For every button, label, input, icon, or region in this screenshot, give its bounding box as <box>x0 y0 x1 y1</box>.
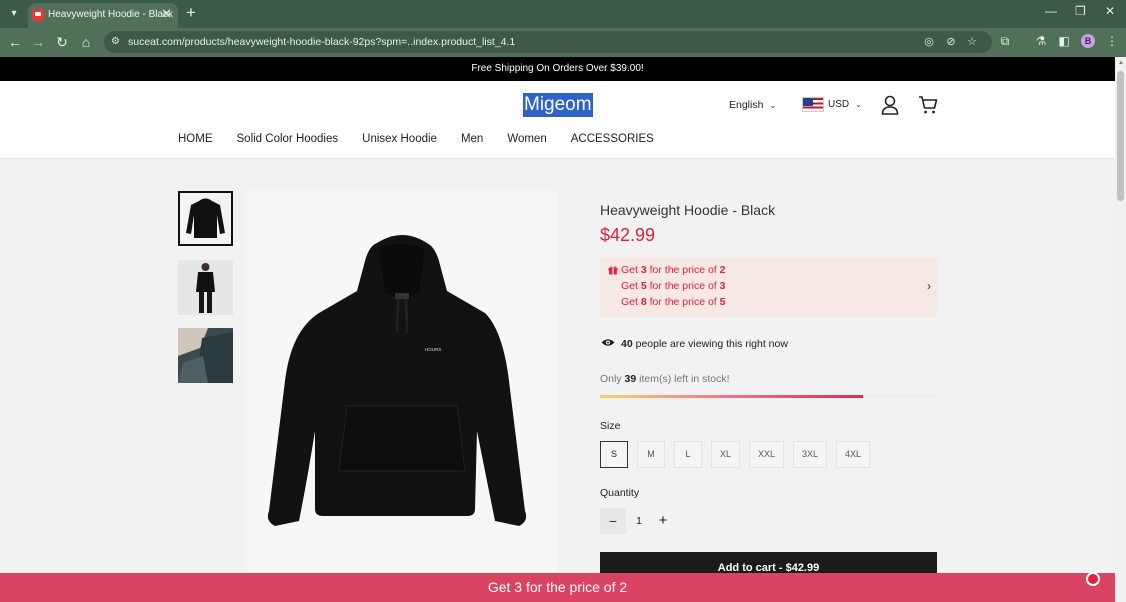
nav-item-home[interactable]: HOME <box>178 133 213 145</box>
profile-avatar[interactable]: B <box>1081 34 1095 48</box>
home-icon[interactable]: ⌂ <box>77 33 95 51</box>
live-viewers: 40 people are viewing this right now <box>601 338 788 350</box>
quantity-increase-button[interactable]: + <box>650 508 676 534</box>
page-scrollbar[interactable]: ▲ <box>1115 57 1126 602</box>
language-label: English <box>729 99 764 111</box>
scroll-up-icon[interactable]: ▲ <box>1118 60 1124 66</box>
new-tab-button[interactable]: + <box>186 3 196 23</box>
eye-icon <box>601 339 615 346</box>
nav-item-women[interactable]: Women <box>507 133 546 145</box>
bundle-offer-line: Get 3 for the price of 2 <box>621 264 726 276</box>
size-option-m[interactable]: M <box>637 441 665 468</box>
size-option-s[interactable]: S <box>600 441 628 468</box>
stock-progress-fill <box>600 395 863 398</box>
store-logo[interactable]: Migeom <box>523 93 593 117</box>
currency-selector[interactable]: USD ⌄ <box>828 99 862 110</box>
lab-flask-icon[interactable]: ⚗ <box>1032 32 1050 50</box>
chevron-down-icon: ⌄ <box>769 101 777 110</box>
extensions-icon[interactable]: ⧉ <box>996 32 1014 50</box>
size-options: S M L XL XXL 3XL 4XL <box>600 441 871 468</box>
nav-item-men[interactable]: Men <box>461 133 483 145</box>
product-main-image[interactable]: HOURS <box>247 191 557 573</box>
viewers-count: 40 <box>621 338 633 350</box>
bundle-offer-box[interactable]: Get 3 for the price of 2 Get 5 for the p… <box>600 257 937 317</box>
stock-notice: Only 39 item(s) left in stock! <box>600 373 730 385</box>
chevron-right-icon: › <box>927 279 931 293</box>
gift-icon <box>608 266 618 275</box>
quantity-label: Quantity <box>600 487 640 499</box>
scrollbar-thumb[interactable] <box>1117 71 1124 201</box>
nav-item-unisex-hoodie[interactable]: Unisex Hoodie <box>362 133 437 145</box>
back-icon[interactable]: ← <box>6 33 24 51</box>
window-close-icon[interactable]: ✕ <box>1105 4 1115 18</box>
nav-item-accessories[interactable]: ACCESSORIES <box>571 133 654 145</box>
sticky-promo-bar[interactable]: Get 3 for the price of 2 <box>0 573 1115 602</box>
product-thumbnail[interactable] <box>178 260 233 315</box>
add-to-cart-button[interactable]: Add to cart - $42.99 <box>600 552 937 573</box>
size-option-l[interactable]: L <box>674 441 702 468</box>
cart-icon[interactable] <box>918 95 938 115</box>
hoodie-image: HOURS <box>267 235 527 526</box>
google-lens-icon[interactable]: ◎ <box>922 35 936 49</box>
tab-close-icon[interactable]: ✕ <box>161 6 172 22</box>
product-section: HOURS Heavyweight Hoodie - Black $42.99 … <box>0 159 1115 573</box>
chevron-down-icon: ⌄ <box>855 100 862 109</box>
model-photo-image <box>178 260 233 315</box>
quantity-decrease-button[interactable]: − <box>600 508 626 534</box>
size-label: Size <box>600 420 621 432</box>
reload-icon[interactable]: ↻ <box>53 33 71 51</box>
tab-title: Heavyweight Hoodie - Black <box>48 9 174 20</box>
side-panel-icon[interactable]: ◧ <box>1055 32 1073 50</box>
currency-label: USD <box>828 99 850 110</box>
forward-icon[interactable]: → <box>29 33 47 51</box>
site-info-icon[interactable]: ⚙ <box>111 36 122 47</box>
address-bar[interactable]: ⚙ suceat.com/products/heavyweight-hoodie… <box>104 31 992 53</box>
minimize-icon[interactable]: — <box>1045 4 1057 18</box>
size-option-xxl[interactable]: XXL <box>749 441 785 468</box>
browser-tab-bar: ▾ Heavyweight Hoodie - Black ✕ + — ❐ ✕ <box>0 0 1126 28</box>
tracking-protection-icon[interactable]: ⊘ <box>944 35 958 49</box>
size-option-4xl[interactable]: 4XL <box>836 441 871 468</box>
store-header: Migeom English ⌄ USD ⌄ HOME Solid Color Ho… <box>0 81 1115 159</box>
main-nav: HOME Solid Color Hoodies Unisex Hoodie M… <box>178 133 654 145</box>
nav-item-solid-color-hoodies[interactable]: Solid Color Hoodies <box>237 133 339 145</box>
language-selector[interactable]: English ⌄ <box>729 99 776 111</box>
bookmark-star-icon[interactable]: ☆ <box>965 35 979 49</box>
site-favicon-icon <box>32 9 44 21</box>
viewers-text: people are viewing this right now <box>632 338 788 350</box>
bundle-offer-line: Get 8 for the price of 5 <box>621 296 726 308</box>
announcement-bar: Free Shipping On Orders Over $39.00! <box>0 57 1115 81</box>
product-thumbnail[interactable] <box>178 328 233 383</box>
us-flag-icon <box>802 97 824 112</box>
flatlay-photo-image <box>178 328 233 383</box>
product-price: $42.99 <box>600 225 656 245</box>
stock-progress-bar <box>600 395 937 398</box>
browser-tab[interactable]: Heavyweight Hoodie - Black ✕ <box>28 3 178 28</box>
restore-icon[interactable]: ❐ <box>1075 4 1086 18</box>
size-option-3xl[interactable]: 3XL <box>793 441 828 468</box>
browser-toolbar: ← → ↻ ⌂ ⚙ suceat.com/products/heavyweigh… <box>0 28 1126 57</box>
rewards-badge-icon[interactable] <box>1086 572 1100 586</box>
browser-menu-icon[interactable]: ⋮ <box>1103 32 1121 50</box>
tab-search-icon[interactable]: ▾ <box>6 6 22 22</box>
quantity-input[interactable]: 1 <box>632 508 646 534</box>
stock-count: 39 <box>624 373 637 385</box>
bundle-offer-line: Get 5 for the price of 3 <box>621 280 726 292</box>
product-title: Heavyweight Hoodie - Black <box>600 202 776 218</box>
hoodie-print-text: HOURS <box>425 347 441 352</box>
account-icon[interactable] <box>881 95 899 115</box>
product-thumbnail[interactable] <box>178 191 233 246</box>
url-text[interactable]: suceat.com/products/heavyweight-hoodie-b… <box>128 36 515 48</box>
hoodie-front-image <box>180 193 231 244</box>
size-option-xl[interactable]: XL <box>711 441 741 468</box>
